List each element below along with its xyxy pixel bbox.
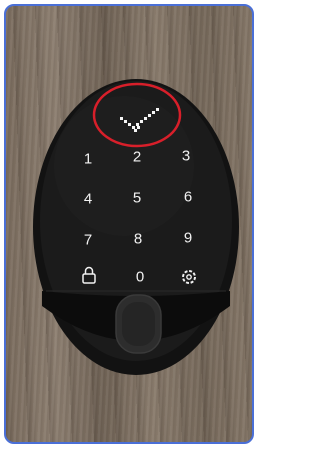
key-8[interactable]: 8 [126, 231, 150, 248]
smart-lock-device [33, 79, 239, 375]
key-0[interactable]: 0 [128, 269, 152, 286]
photo-frame: 1 2 3 4 5 6 7 8 9 0 [4, 4, 254, 444]
key-9[interactable]: 9 [176, 230, 200, 247]
key-7[interactable]: 7 [76, 232, 100, 249]
key-2[interactable]: 2 [125, 149, 149, 166]
key-5[interactable]: 5 [125, 190, 149, 207]
key-4[interactable]: 4 [76, 191, 100, 208]
key-1[interactable]: 1 [76, 151, 100, 168]
key-6[interactable]: 6 [176, 189, 200, 206]
key-3[interactable]: 3 [174, 148, 198, 165]
